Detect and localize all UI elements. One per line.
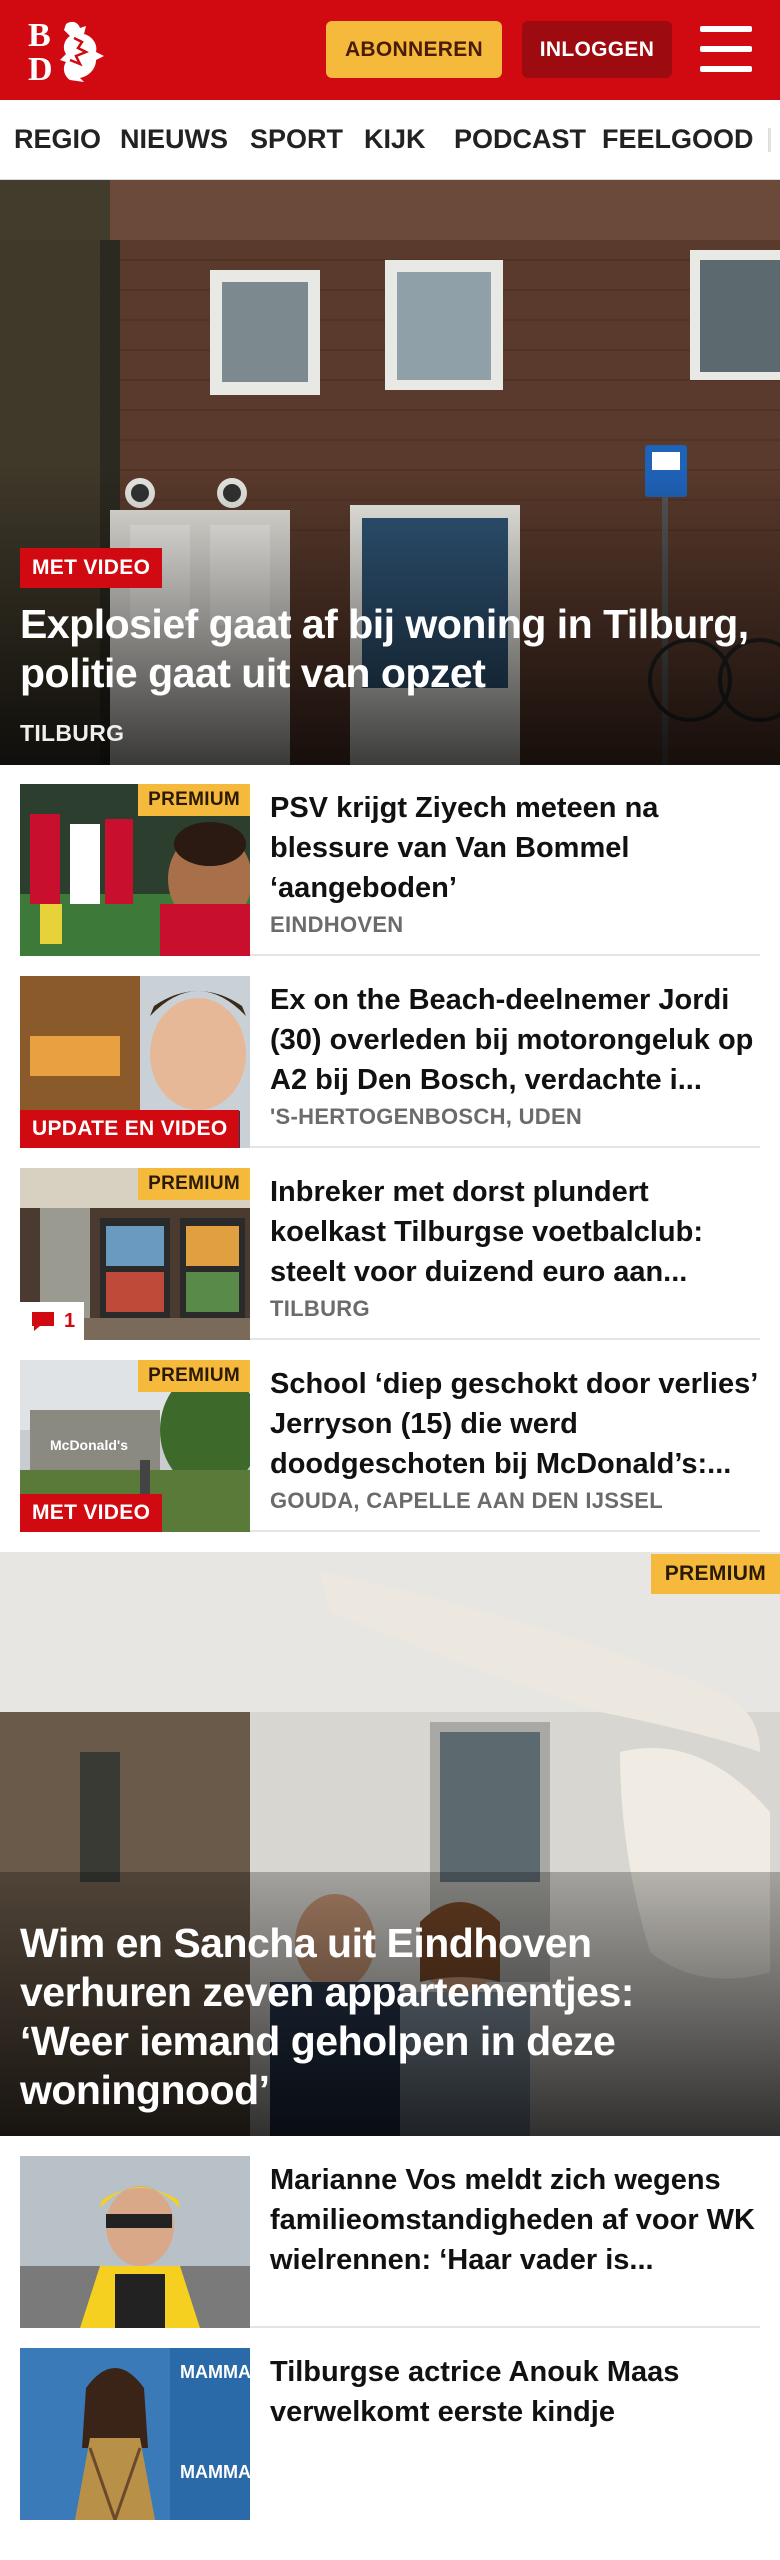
- hero-location: TILBURG: [20, 720, 125, 746]
- premium-badge: PREMIUM: [138, 1360, 250, 1392]
- list-item[interactable]: Marianne Vos meldt zich wegens familieom…: [20, 2156, 760, 2328]
- svg-text:B: B: [28, 17, 51, 54]
- article-title[interactable]: Ex on the Beach-deelnemer Jordi (30) ove…: [270, 980, 760, 1100]
- article-title[interactable]: School ‘diep geschokt door verlies’ Jerr…: [270, 1364, 760, 1484]
- nav-fade: [750, 100, 780, 179]
- list-item[interactable]: PREMIUM PSV krijgt Ziyech meteen na bles…: [20, 784, 760, 956]
- bd-logo[interactable]: B D: [26, 16, 114, 88]
- login-button[interactable]: INLOGGEN: [522, 21, 672, 78]
- premium-badge: PREMIUM: [650, 1554, 780, 1594]
- nav-item-sport[interactable]: SPORT: [250, 124, 343, 155]
- nav-item-regio[interactable]: REGIO: [14, 124, 101, 155]
- article-thumbnail: MAMMA MAMMA: [20, 2348, 250, 2520]
- main-navigation: REGIO NIEUWS SPORT KIJK PODCAST FEELGOOD: [0, 100, 780, 180]
- list-item[interactable]: McDonald's PREMIUM MET VIDEO School ‘die…: [20, 1360, 760, 1532]
- subscribe-button[interactable]: ABONNEREN: [326, 21, 502, 78]
- update-video-badge: UPDATE EN VIDEO: [20, 1110, 240, 1148]
- article-thumbnail: McDonald's PREMIUM MET VIDEO: [20, 1360, 250, 1532]
- premium-badge: PREMIUM: [138, 1168, 250, 1200]
- article-location: 'S-HERTOGENBOSCH, UDEN: [270, 1104, 583, 1129]
- feature-title[interactable]: Wim en Sancha uit Eindhoven verhuren zev…: [20, 1919, 720, 2115]
- premium-badge: PREMIUM: [138, 784, 250, 816]
- comment-icon: [32, 1312, 54, 1331]
- article-location: GOUDA, CAPELLE AAN DEN IJSSEL: [270, 1488, 663, 1513]
- video-badge: MET VIDEO: [20, 1494, 163, 1532]
- article-title[interactable]: Tilburgse actrice Anouk Maas verwelkomt …: [270, 2352, 760, 2472]
- article-title[interactable]: Marianne Vos meldt zich wegens familieom…: [270, 2160, 760, 2280]
- article-location: EINDHOVEN: [270, 912, 404, 937]
- list-item[interactable]: UPDATE EN VIDEO Ex on the Beach-deelneme…: [20, 976, 760, 1148]
- article-location: TILBURG: [270, 1296, 370, 1321]
- svg-text:McDonald's: McDonald's: [50, 1437, 128, 1453]
- article-thumbnail: PREMIUM: [20, 784, 250, 956]
- svg-text:MAMMA: MAMMA: [180, 2362, 250, 2382]
- article-title[interactable]: Inbreker met dorst plundert koelkast Til…: [270, 1172, 760, 1292]
- nav-item-feelgood[interactable]: FEELGOOD: [602, 124, 754, 155]
- list-item[interactable]: PREMIUM 1 Inbreker met dorst plundert ko…: [20, 1168, 760, 1340]
- video-badge: MET VIDEO: [20, 548, 163, 588]
- comment-count-value: 1: [64, 1309, 76, 1332]
- nav-item-kijk[interactable]: KIJK: [364, 124, 426, 155]
- article-thumbnail: UPDATE EN VIDEO: [20, 976, 250, 1148]
- svg-text:MAMMA: MAMMA: [180, 2462, 250, 2482]
- feature-article[interactable]: PREMIUM Wim en Sancha uit Eindhoven verh…: [0, 1552, 780, 2136]
- article-title[interactable]: PSV krijgt Ziyech meteen na blessure van…: [270, 788, 760, 908]
- article-thumbnail: PREMIUM 1: [20, 1168, 250, 1340]
- hamburger-menu-icon[interactable]: [700, 26, 752, 72]
- nav-item-nieuws[interactable]: NIEUWS: [120, 124, 228, 155]
- hero-article[interactable]: MET VIDEO Explosief gaat af bij woning i…: [0, 180, 780, 765]
- nav-item-podcast[interactable]: PODCAST: [454, 124, 586, 155]
- article-thumbnail: [20, 2156, 250, 2328]
- list-item[interactable]: MAMMA MAMMA Tilburgse actrice Anouk Maas…: [20, 2348, 760, 2520]
- svg-text:D: D: [28, 51, 53, 84]
- hero-title[interactable]: Explosief gaat af bij woning in Tilburg,…: [20, 600, 770, 698]
- comment-count[interactable]: 1: [20, 1302, 84, 1340]
- site-header: B D ABONNEREN INLOGGEN: [0, 0, 780, 100]
